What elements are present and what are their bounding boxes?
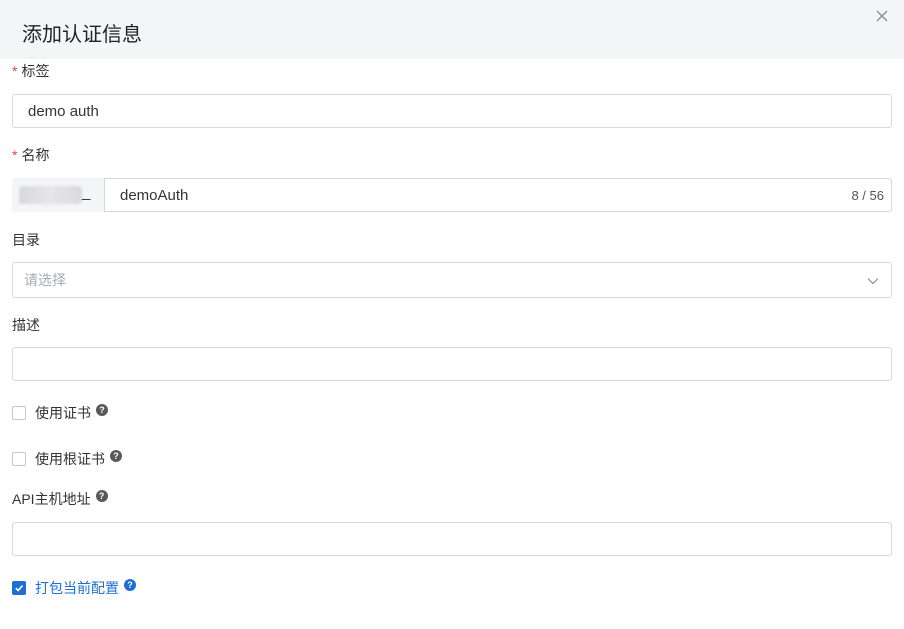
name-field-label: * 名称: [12, 145, 49, 165]
use-root-certificate-label[interactable]: 使用根证书: [35, 449, 105, 469]
use-root-certificate-checkbox[interactable]: [12, 452, 26, 466]
api-host-field-text: API主机地址: [12, 491, 91, 507]
question-circle-icon[interactable]: ?: [110, 450, 122, 462]
package-current-config-label[interactable]: 打包当前配置: [35, 578, 119, 598]
directory-field-label: 目录: [12, 230, 40, 250]
description-input[interactable]: [12, 347, 892, 381]
question-circle-icon[interactable]: ?: [95, 490, 108, 502]
use-root-certificate-row[interactable]: 使用根证书 ?: [12, 449, 122, 469]
prefix-underscore: _: [82, 184, 91, 201]
required-mark: *: [12, 147, 18, 163]
question-circle-icon[interactable]: ?: [124, 579, 136, 591]
label-input[interactable]: demo auth: [12, 94, 892, 128]
directory-field-text: 目录: [12, 232, 40, 248]
label-field-label: * 标签: [12, 61, 49, 81]
api-host-input[interactable]: [12, 522, 892, 556]
dialog-title: 添加认证信息: [22, 24, 142, 46]
api-host-field-label: API主机地址 ?: [12, 489, 108, 509]
name-input-value: demoAuth: [120, 186, 189, 204]
required-mark: *: [12, 63, 18, 79]
checkmark-icon: [15, 584, 24, 592]
char-counter: 8 / 56: [851, 187, 884, 203]
directory-placeholder: 请选择: [24, 272, 66, 288]
package-current-config-row[interactable]: 打包当前配置 ?: [12, 578, 136, 598]
description-field-label: 描述: [12, 315, 40, 335]
name-input[interactable]: demoAuth 8 / 56: [104, 178, 892, 212]
name-field-text: 名称: [21, 147, 50, 163]
label-field-text: 标签: [21, 63, 50, 79]
chevron-down-icon: [867, 272, 879, 289]
dialog-header: 添加认证信息: [0, 0, 904, 59]
use-certificate-row[interactable]: 使用证书 ?: [12, 403, 108, 423]
redacted-prefix: [19, 186, 82, 204]
use-certificate-checkbox[interactable]: [12, 406, 26, 420]
question-circle-icon[interactable]: ?: [96, 404, 108, 416]
package-current-config-checkbox[interactable]: [12, 581, 26, 595]
description-field-text: 描述: [12, 317, 40, 333]
label-input-value: demo auth: [28, 102, 99, 120]
use-certificate-label[interactable]: 使用证书: [35, 403, 91, 423]
directory-select[interactable]: 请选择: [12, 262, 892, 298]
name-prefix: _: [12, 178, 104, 212]
close-icon[interactable]: [872, 6, 892, 26]
